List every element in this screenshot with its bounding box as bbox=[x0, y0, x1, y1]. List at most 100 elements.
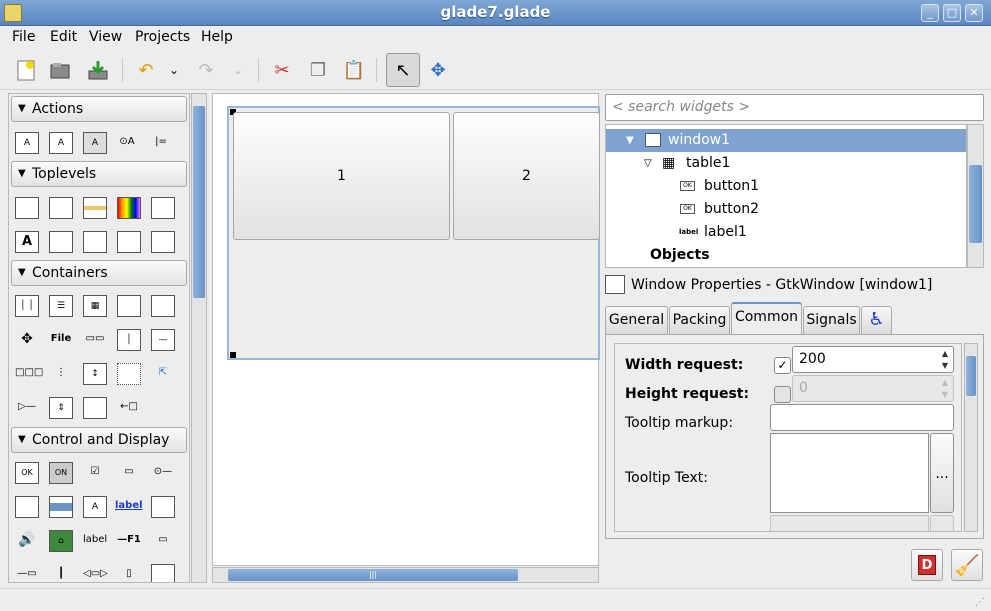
table-icon[interactable]: ▦ bbox=[83, 295, 107, 317]
drag-resize-icon[interactable]: ✥ bbox=[424, 56, 452, 84]
clear-property-button[interactable]: 🧹 bbox=[951, 549, 983, 581]
search-widgets-input[interactable]: < search widgets > bbox=[605, 94, 984, 121]
input-dialog-icon[interactable] bbox=[49, 231, 73, 253]
vpaned-icon[interactable]: — bbox=[151, 329, 175, 351]
height-request-field[interactable]: 0 ▲ ▼ bbox=[792, 375, 954, 402]
spin-down-icon[interactable]: ▼ bbox=[938, 360, 952, 372]
palette-group-toplevels[interactable]: ▼ Toplevels bbox=[11, 161, 187, 187]
tree-item-button2[interactable]: OK button2 bbox=[606, 198, 966, 221]
vscale-icon[interactable]: ┃ bbox=[49, 564, 73, 582]
paste-icon[interactable]: 📋 bbox=[340, 56, 368, 84]
palette-scrollbar[interactable] bbox=[191, 93, 207, 583]
resize-handle[interactable] bbox=[230, 352, 236, 358]
tree-item-window1[interactable]: ▼ window1 bbox=[606, 129, 966, 152]
new-icon[interactable] bbox=[12, 56, 40, 84]
about-dialog-icon[interactable] bbox=[83, 231, 107, 253]
width-request-field[interactable]: 200 ▲ ▼ bbox=[792, 346, 954, 373]
height-request-checkbox[interactable] bbox=[774, 386, 791, 403]
tab-packing[interactable]: Packing bbox=[669, 306, 730, 334]
window-icon[interactable] bbox=[15, 197, 39, 219]
copy-icon[interactable]: ❐ bbox=[304, 56, 332, 84]
hscale-icon[interactable]: —▭— bbox=[15, 564, 39, 582]
vbutton-box-icon[interactable]: ⋮ bbox=[49, 363, 73, 385]
tab-common[interactable]: Common bbox=[731, 302, 802, 335]
redo-dropdown-icon[interactable]: ⌄ bbox=[224, 56, 252, 84]
tab-accessibility[interactable]: ♿ bbox=[861, 306, 892, 334]
color-button-icon[interactable] bbox=[49, 496, 73, 518]
palette-scroll-thumb[interactable] bbox=[193, 106, 205, 298]
select-pointer-icon[interactable]: ↖ bbox=[386, 53, 420, 87]
event-box-icon[interactable] bbox=[83, 397, 107, 419]
docs-button[interactable]: D bbox=[911, 549, 943, 581]
viewport-icon[interactable] bbox=[117, 363, 141, 385]
next-property-button[interactable] bbox=[930, 515, 954, 531]
window1-preview[interactable]: 1 2 bbox=[227, 106, 600, 360]
handle-box-icon[interactable]: ←□ bbox=[117, 397, 141, 419]
font-dialog-icon[interactable]: A bbox=[15, 231, 39, 253]
message-dialog-icon[interactable] bbox=[83, 197, 107, 219]
font-button-icon[interactable]: A bbox=[83, 496, 107, 518]
expander-triangle-icon[interactable]: ▼ bbox=[626, 129, 634, 152]
tree-scrollbar[interactable] bbox=[967, 124, 984, 268]
toggle-action-icon[interactable]: A bbox=[49, 132, 73, 154]
expander-icon[interactable]: ▷— bbox=[15, 397, 39, 419]
accel-label-icon[interactable]: —F1 bbox=[117, 530, 141, 552]
menu-edit[interactable]: Edit bbox=[50, 29, 77, 45]
minimize-icon[interactable]: _ bbox=[921, 4, 939, 22]
spin-button-icon[interactable]: ▭ bbox=[117, 462, 141, 484]
notebook-icon[interactable] bbox=[117, 295, 141, 317]
redo-icon[interactable]: ↷ bbox=[192, 56, 220, 84]
frame-icon[interactable] bbox=[151, 295, 175, 317]
canvas-scroll-thumb[interactable]: ||| bbox=[228, 569, 518, 581]
width-request-checkbox[interactable]: ✓ bbox=[774, 357, 791, 374]
file-dialog-icon[interactable] bbox=[151, 197, 175, 219]
tooltip-text-field[interactable] bbox=[770, 433, 929, 513]
radio-button-icon[interactable]: ⊙— bbox=[151, 462, 175, 484]
tab-signals[interactable]: Signals bbox=[803, 306, 860, 334]
maximize-icon[interactable]: □ bbox=[943, 4, 961, 22]
action-group-icon[interactable]: |= bbox=[149, 132, 173, 154]
menu-help[interactable]: Help bbox=[201, 29, 233, 45]
tab-general[interactable]: General bbox=[605, 306, 668, 334]
close-icon[interactable]: ✕ bbox=[965, 4, 983, 22]
tree-item-button1[interactable]: OK button1 bbox=[606, 175, 966, 198]
action-icon[interactable]: A bbox=[15, 132, 39, 154]
scale-button-icon[interactable] bbox=[151, 496, 175, 518]
canvas-hscrollbar[interactable]: ||| bbox=[212, 567, 599, 583]
next-property-field[interactable] bbox=[770, 515, 929, 531]
menu-projects[interactable]: Projects bbox=[135, 29, 190, 45]
menu-file[interactable]: File bbox=[12, 29, 35, 45]
vscrollbar-icon[interactable]: ▯ bbox=[117, 564, 141, 582]
expander-triangle-icon[interactable]: ▽ bbox=[644, 152, 652, 175]
layout-icon[interactable]: ↕ bbox=[83, 363, 107, 385]
fixed-icon[interactable]: ✥ bbox=[15, 329, 39, 351]
assistant-icon[interactable] bbox=[151, 231, 175, 253]
menubar-icon[interactable]: File bbox=[49, 329, 73, 351]
undo-icon[interactable]: ↶ bbox=[132, 56, 160, 84]
hpaned-icon[interactable]: │ bbox=[117, 329, 141, 351]
combo-box-icon[interactable] bbox=[151, 564, 175, 582]
tooltip-text-edit-button[interactable]: ... bbox=[930, 433, 954, 513]
save-icon[interactable] bbox=[84, 56, 112, 84]
design-canvas[interactable]: 1 2 bbox=[212, 93, 600, 566]
tree-item-label1[interactable]: label label1 bbox=[606, 221, 966, 244]
volume-button-icon[interactable]: 🔊 bbox=[15, 530, 39, 552]
dialog-icon[interactable] bbox=[49, 197, 73, 219]
button-widget-icon[interactable]: OK bbox=[15, 462, 39, 484]
tree-item-table1[interactable]: ▽ ▦ table1 bbox=[606, 152, 966, 175]
palette-group-control-display[interactable]: ▼ Control and Display bbox=[11, 427, 187, 453]
button2-preview[interactable]: 2 bbox=[453, 112, 600, 240]
tree-scroll-thumb[interactable] bbox=[969, 165, 982, 243]
entry-icon[interactable]: ▭ bbox=[151, 530, 175, 552]
file-chooser-button-icon[interactable] bbox=[15, 496, 39, 518]
spin-up-icon[interactable]: ▲ bbox=[938, 348, 952, 360]
palette-group-actions[interactable]: ▼ Actions bbox=[11, 96, 187, 122]
link-button-icon[interactable]: label bbox=[115, 496, 143, 518]
image-icon[interactable]: ⌂ bbox=[49, 530, 73, 552]
vbox-icon[interactable]: ☰ bbox=[49, 295, 73, 317]
toggle-button-icon[interactable]: ON bbox=[49, 462, 73, 484]
properties-scroll-thumb[interactable] bbox=[966, 356, 976, 396]
properties-scrollbar[interactable] bbox=[964, 343, 978, 532]
button1-preview[interactable]: 1 bbox=[233, 112, 450, 240]
hscrollbar-icon[interactable]: ◁▭▷ bbox=[83, 564, 108, 582]
